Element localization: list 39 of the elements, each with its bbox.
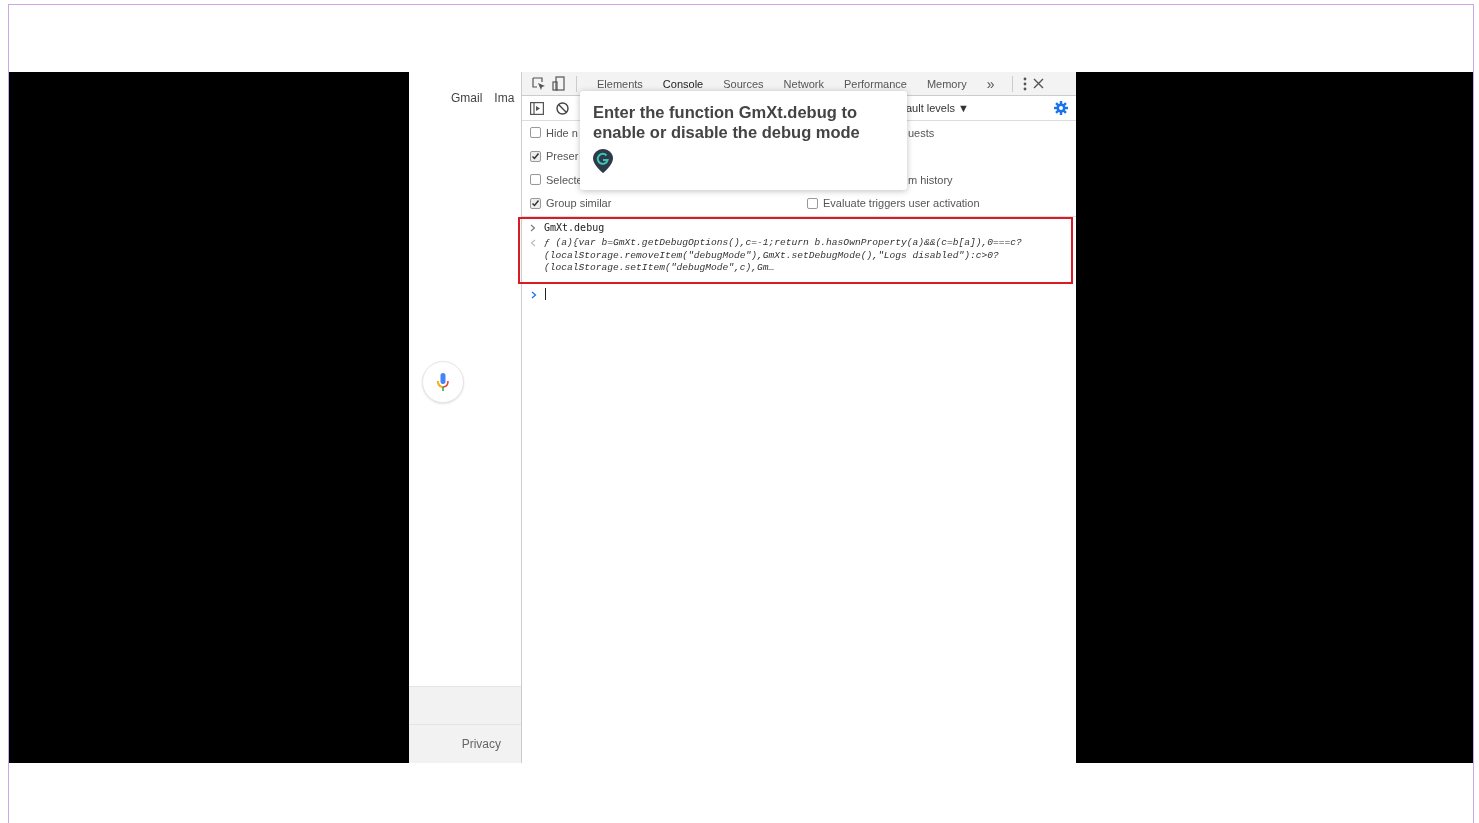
top-link[interactable]: Ima	[494, 91, 515, 112]
clear-console-icon[interactable]	[556, 101, 569, 115]
devtools-tab[interactable]: Memory	[916, 77, 977, 90]
tooltip-text: Enter the function GmXt.debug to enable or disable the debug mode	[593, 103, 861, 142]
text-cursor[interactable]	[545, 287, 546, 300]
microphone-icon	[437, 373, 449, 391]
console-output-text: ƒ (a){var b=GmXt.getDebugOptions(),c=-1;return b.hasOwnProperty(a)&&(c=b[a]),0===c? (localStorage.removeItem("debugMode"),GmXt.setDebugMode(),"Logs disabled"):c>0? (localStorage.setItem("debugMode",c),Gm…	[544, 237, 1022, 275]
privacy-link[interactable]: Privacy	[461, 737, 501, 751]
console-input-text: GmXt.debug	[544, 222, 605, 233]
setting-label: Evaluate triggers user activation	[823, 197, 980, 210]
setting-label: uests	[908, 126, 935, 139]
checkbox[interactable]	[530, 197, 541, 209]
sidebar-icon[interactable]	[530, 101, 544, 115]
setting-label: m history	[908, 173, 953, 186]
cursor-select-icon[interactable]	[532, 76, 546, 91]
map-pin-logo-icon	[593, 149, 613, 173]
close-icon[interactable]	[1033, 78, 1045, 89]
vertical-dots-icon[interactable]	[1023, 76, 1028, 91]
setting-label: Group similar	[546, 197, 612, 210]
checkbox[interactable]	[530, 127, 541, 139]
devtools-tab[interactable]: Console	[652, 77, 714, 90]
devtools-tab[interactable]: Elements	[587, 77, 653, 90]
devtools-tab[interactable]: Performance	[833, 77, 917, 90]
more-tabs-button[interactable]: »	[986, 75, 995, 92]
top-link[interactable]: Gmail	[451, 91, 483, 112]
microphone-button[interactable]	[422, 361, 464, 403]
device-icon[interactable]	[552, 76, 566, 91]
devtools-tab[interactable]: Sources	[713, 77, 774, 90]
input-chevron-icon	[530, 224, 536, 232]
settings-icon[interactable]	[1054, 101, 1068, 115]
checkbox[interactable]	[530, 150, 541, 162]
devtools-tab[interactable]: Network	[773, 77, 834, 90]
log-levels-dropdown[interactable]: ault levels ▼	[906, 102, 969, 114]
setting-label: Preser	[546, 150, 579, 163]
prompt-chevron-icon	[531, 290, 537, 299]
checkbox[interactable]	[530, 174, 541, 186]
checkbox[interactable]	[807, 197, 818, 209]
setting-label: Hide n	[546, 126, 578, 139]
output-chevron-icon	[530, 239, 536, 247]
